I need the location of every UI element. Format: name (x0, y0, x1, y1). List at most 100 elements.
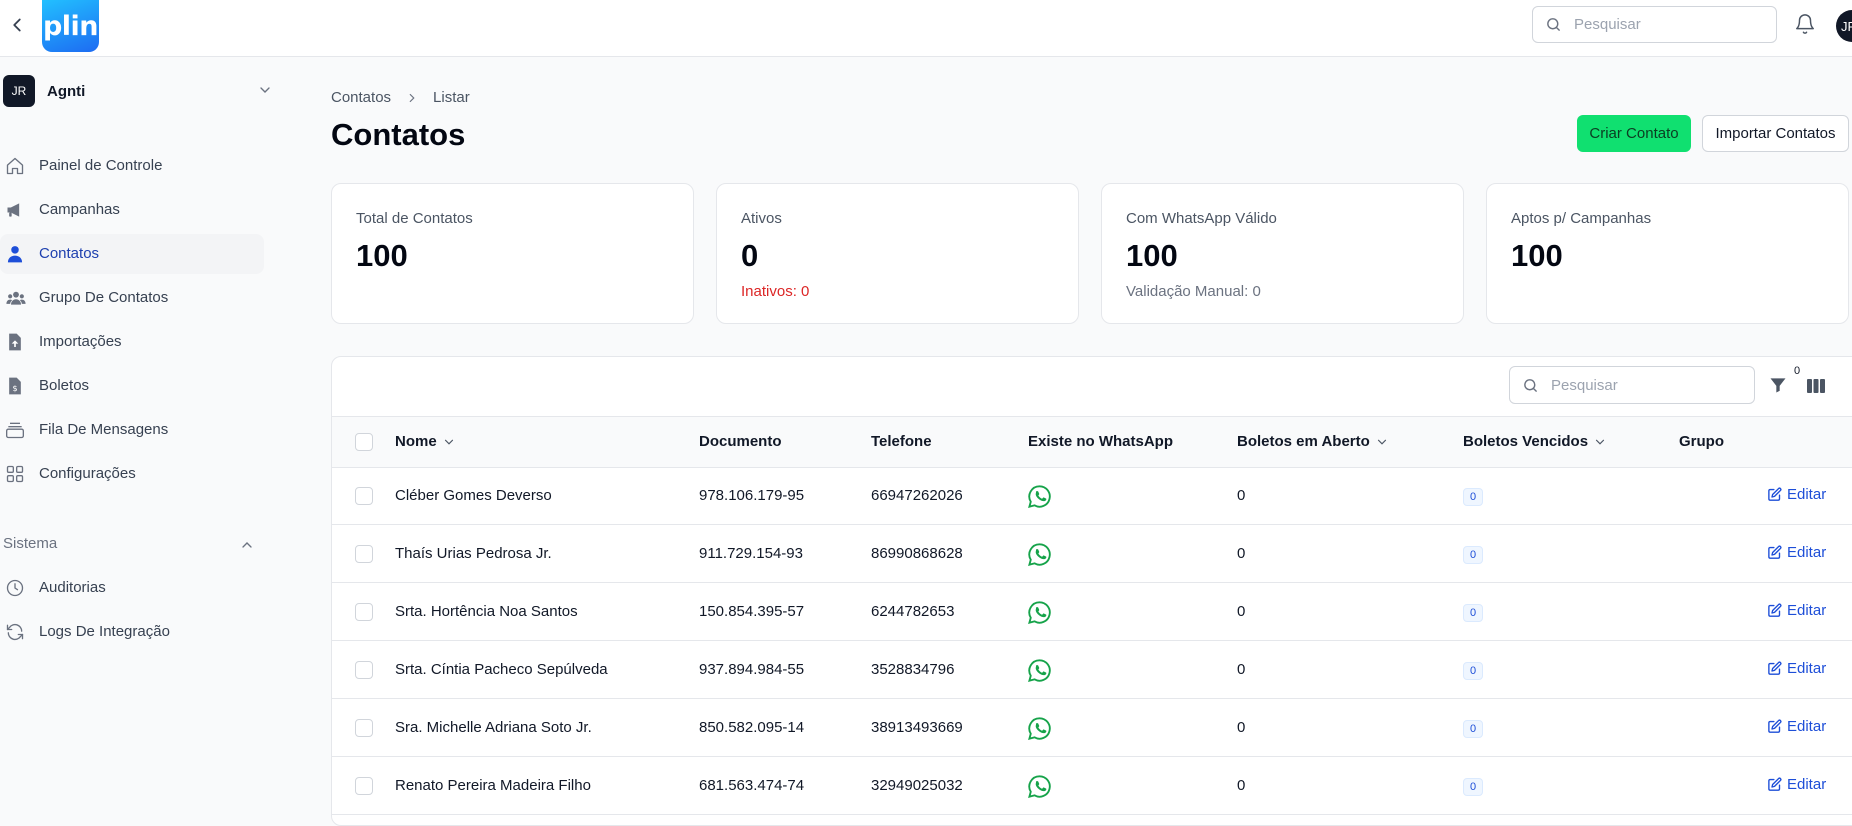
cell-nome: Srta. Cíntia Pacheco Sepúlveda (395, 661, 608, 678)
column-header-telefone: Telefone (871, 433, 932, 450)
search-icon (1545, 16, 1562, 33)
whatsapp-icon (1027, 600, 1052, 625)
row-checkbox[interactable] (355, 545, 373, 563)
sidebar-item-label: Configurações (39, 465, 136, 482)
stat-subtext: Validação Manual: 0 (1126, 283, 1261, 300)
sidebar-item-label: Campanhas (39, 201, 120, 218)
column-header-nome[interactable]: Nome (395, 433, 456, 450)
chevron-down-icon (1375, 435, 1389, 449)
create-contact-button[interactable]: Criar Contato (1577, 115, 1691, 152)
boletos-vencidos-badge: 0 (1463, 604, 1483, 622)
cell-telefone: 66947262026 (871, 487, 963, 504)
global-search-input[interactable] (1572, 15, 1762, 34)
svg-text:$: $ (12, 383, 17, 393)
table-row: Srta. Cíntia Pacheco Sepúlveda 937.894.98… (332, 642, 1852, 699)
back-chevron-icon[interactable] (6, 14, 28, 36)
edit-link[interactable]: Editar (1767, 776, 1826, 793)
sidebar-item-contatos[interactable]: Contatos (0, 234, 264, 274)
cell-boletos-aberto: 0 (1237, 545, 1246, 562)
filter-icon[interactable] (1768, 375, 1790, 397)
sidebar-item-label: Importações (39, 333, 122, 350)
stat-card-ativos: Ativos 0 Inativos: 0 (716, 183, 1079, 324)
sidebar-item-configuracoes[interactable]: Configurações (0, 454, 264, 494)
sidebar-item-campanhas[interactable]: Campanhas (0, 190, 264, 230)
page-title: Contatos (331, 117, 466, 152)
user-icon (5, 244, 25, 264)
edit-icon (1767, 545, 1787, 560)
row-checkbox[interactable] (355, 487, 373, 505)
cell-telefone: 3528834796 (871, 661, 955, 678)
table-row: Renato Pereira Madeira Filho 681.563.474-… (332, 758, 1852, 815)
row-checkbox[interactable] (355, 777, 373, 795)
sidebar-item-grupo-de-contatos[interactable]: Grupo De Contatos (0, 278, 264, 318)
sidebar-section-sistema[interactable]: Sistema (3, 535, 253, 555)
stat-card-aptos-campanhas: Aptos p/ Campanhas 100 (1486, 183, 1849, 324)
row-checkbox[interactable] (355, 661, 373, 679)
edit-link[interactable]: Editar (1767, 544, 1826, 561)
cell-nome: Thaís Urias Pedrosa Jr. (395, 545, 552, 562)
edit-label: Editar (1787, 718, 1827, 735)
table-row: Cléber Gomes Deverso 978.106.179-95 669472… (332, 468, 1852, 525)
cell-boletos-aberto: 0 (1237, 603, 1246, 620)
column-header-boletos-aberto[interactable]: Boletos em Aberto (1237, 433, 1389, 450)
edit-icon (1767, 661, 1787, 676)
boletos-vencidos-badge: 0 (1463, 720, 1483, 738)
edit-link[interactable]: Editar (1767, 660, 1826, 677)
chevron-down-icon (442, 435, 456, 449)
global-search-box[interactable] (1532, 6, 1777, 43)
boletos-vencidos-badge: 0 (1463, 662, 1483, 680)
org-switcher[interactable]: JR Agnti (0, 75, 280, 111)
edit-label: Editar (1787, 602, 1827, 619)
table-row: Thaís Urias Pedrosa Jr. 911.729.154-93 869… (332, 526, 1852, 583)
table-search-box[interactable] (1509, 366, 1755, 404)
row-checkbox[interactable] (355, 603, 373, 621)
breadcrumb-root[interactable]: Contatos (331, 89, 391, 106)
clock-icon (5, 578, 25, 598)
whatsapp-icon (1027, 716, 1052, 741)
stat-label: Aptos p/ Campanhas (1511, 210, 1652, 227)
bell-icon[interactable] (1794, 13, 1816, 35)
cell-documento: 681.563.474-74 (699, 777, 805, 794)
stat-subtext: Inativos: 0 (741, 283, 810, 300)
cell-boletos-aberto: 0 (1237, 777, 1246, 794)
column-header-whatsapp: Existe no WhatsApp (1028, 433, 1174, 450)
import-contacts-button[interactable]: Importar Contatos (1702, 115, 1849, 152)
column-header-boletos-vencidos[interactable]: Boletos Vencidos (1463, 433, 1607, 450)
sidebar-item-label: Contatos (39, 245, 100, 262)
search-icon (1522, 377, 1539, 394)
edit-icon (1767, 777, 1787, 792)
edit-link[interactable]: Editar (1767, 718, 1826, 735)
inbox-stack-icon (5, 420, 25, 440)
row-checkbox[interactable] (355, 719, 373, 737)
cell-telefone: 38913493669 (871, 719, 963, 736)
stat-card-whatsapp-valido: Com WhatsApp Válido 100 Validação Manual… (1101, 183, 1464, 324)
stat-label: Total de Contatos (356, 210, 473, 227)
sidebar-item-fila-de-mensagens[interactable]: Fila De Mensagens (0, 410, 264, 450)
edit-link[interactable]: Editar (1767, 486, 1826, 503)
edit-icon (1767, 487, 1787, 502)
sidebar-item-boletos[interactable]: $ Boletos (0, 366, 264, 406)
sidebar-item-auditorias[interactable]: Auditorias (0, 568, 264, 608)
user-avatar[interactable]: JR (1836, 10, 1852, 42)
stat-value: 0 (741, 238, 759, 273)
cell-documento: 937.894.984-55 (699, 661, 805, 678)
edit-link[interactable]: Editar (1767, 602, 1826, 619)
columns-toggle-icon[interactable] (1806, 377, 1826, 395)
edit-icon (1767, 603, 1787, 618)
sidebar-item-painel-de-controle[interactable]: Painel de Controle (0, 146, 264, 186)
app-logo[interactable]: plin (42, 0, 99, 52)
cell-telefone: 86990868628 (871, 545, 963, 562)
contacts-table-card: 0 Nome Documento Telefone Existe no What… (331, 356, 1852, 826)
stat-value: 100 (356, 238, 408, 273)
cell-telefone: 32949025032 (871, 777, 963, 794)
table-search-input[interactable] (1549, 375, 1739, 395)
select-all-checkbox[interactable] (355, 433, 373, 451)
sidebar-system-nav: Auditorias Logs De Integração (0, 568, 264, 656)
cell-documento: 850.582.095-14 (699, 719, 805, 736)
org-name: Agnti (47, 83, 86, 100)
cell-telefone: 6244782653 (871, 603, 955, 620)
sidebar-item-importacoes[interactable]: Importações (0, 322, 264, 362)
edit-icon (1767, 719, 1787, 734)
filter-count-badge: 0 (1794, 365, 1801, 377)
sidebar-item-logs-de-integracao[interactable]: Logs De Integração (0, 612, 264, 652)
